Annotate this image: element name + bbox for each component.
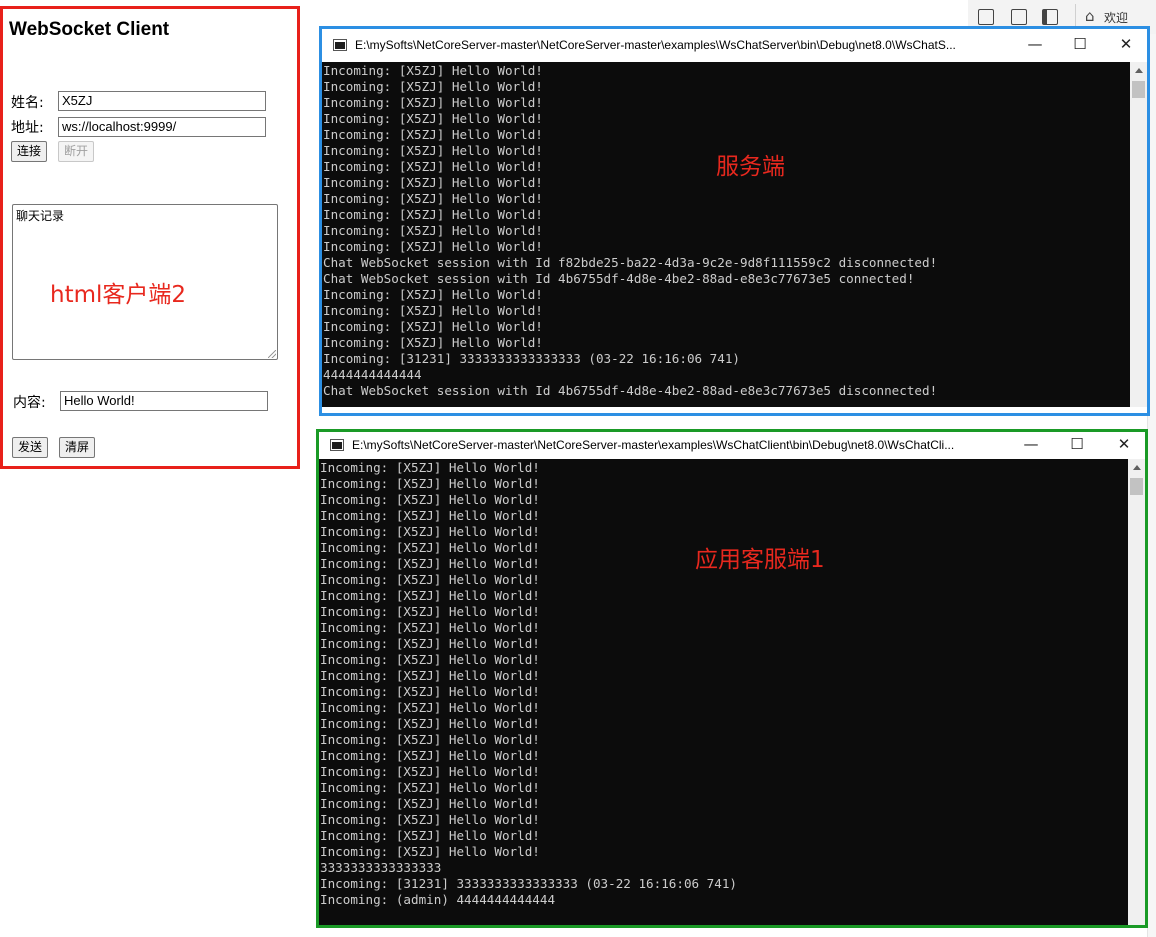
console-line: Incoming: [X5ZJ] Hello World!: [323, 223, 543, 238]
client-window-title: E:\mySofts\NetCoreServer-master\NetCoreS…: [352, 438, 955, 452]
scroll-thumb[interactable]: [1132, 81, 1145, 98]
console-line: 4444444444444: [323, 367, 422, 382]
console-line: Incoming: [X5ZJ] Hello World!: [320, 780, 540, 795]
content-label: 内容:: [13, 395, 46, 411]
minimize-icon[interactable]: —: [1016, 432, 1046, 456]
close-icon[interactable]: ✕: [1109, 432, 1139, 456]
console-line: Incoming: [X5ZJ] Hello World!: [320, 796, 540, 811]
console-line: Incoming: [31231] 3333333333333333 (03-2…: [320, 876, 738, 891]
sidebar-icon[interactable]: [1042, 9, 1058, 25]
console-line: Incoming: [X5ZJ] Hello World!: [320, 508, 540, 523]
console-line: Incoming: [X5ZJ] Hello World!: [320, 732, 540, 747]
cast-icon[interactable]: [978, 9, 994, 25]
console-line: Incoming: [X5ZJ] Hello World!: [320, 588, 540, 603]
console-line: Chat WebSocket session with Id f82bde25-…: [323, 255, 938, 270]
chat-log-text: 聊天记录: [16, 209, 65, 223]
console-line: Incoming: [X5ZJ] Hello World!: [320, 460, 540, 475]
console-line: Incoming: [X5ZJ] Hello World!: [323, 239, 543, 254]
server-console-window: E:\mySofts\NetCoreServer-master\NetCoreS…: [319, 26, 1150, 416]
console-app-icon: [330, 439, 344, 451]
console-line: Incoming: (admin) 4444444444444: [320, 892, 556, 907]
console-line: Incoming: [X5ZJ] Hello World!: [320, 604, 540, 619]
connect-button[interactable]: 连接: [11, 141, 48, 162]
console-line: Chat WebSocket session with Id 4b6755df-…: [323, 271, 915, 286]
clear-button[interactable]: 清屏: [59, 437, 96, 458]
console-line: Incoming: [X5ZJ] Hello World!: [320, 844, 540, 859]
console-line: Chat WebSocket session with Id 4b6755df-…: [323, 383, 938, 398]
address-label: 地址:: [11, 120, 44, 136]
client-title: WebSocket Client: [9, 19, 170, 40]
minimize-icon[interactable]: —: [1020, 32, 1050, 56]
console-line: Incoming: [X5ZJ] Hello World!: [323, 303, 543, 318]
console-line: Incoming: [X5ZJ] Hello World!: [320, 828, 540, 843]
content-input[interactable]: Hello World!: [60, 391, 268, 411]
server-window-title: E:\mySofts\NetCoreServer-master\NetCoreS…: [355, 38, 956, 52]
console-line: Incoming: [X5ZJ] Hello World!: [323, 63, 543, 78]
console-line: Incoming: [X5ZJ] Hello World!: [320, 748, 540, 763]
console-line: Incoming: [X5ZJ] Hello World!: [323, 95, 543, 110]
console-line: Incoming: [X5ZJ] Hello World!: [323, 207, 543, 222]
console-line: Incoming: [X5ZJ] Hello World!: [323, 127, 543, 142]
client2-annotation: html客户端2: [50, 282, 187, 308]
console-line: Incoming: [X5ZJ] Hello World!: [320, 572, 540, 587]
console-line: Incoming: [X5ZJ] Hello World!: [320, 764, 540, 779]
console-line: Incoming: [X5ZJ] Hello World!: [323, 191, 543, 206]
server-titlebar[interactable]: E:\mySofts\NetCoreServer-master\NetCoreS…: [322, 29, 1147, 62]
console-line: Incoming: [X5ZJ] Hello World!: [320, 812, 540, 827]
address-input[interactable]: ws://localhost:9999/: [58, 117, 266, 137]
console-line: Incoming: [X5ZJ] Hello World!: [320, 620, 540, 635]
disconnect-button[interactable]: 断开: [58, 141, 95, 162]
console-line: Incoming: [31231] 3333333333333333 (03-2…: [323, 351, 741, 366]
resize-grip-icon[interactable]: [268, 350, 276, 358]
client1-annotation: 应用客服端1: [695, 547, 825, 573]
console-line: Incoming: [X5ZJ] Hello World!: [323, 111, 543, 126]
console-line: Incoming: [X5ZJ] Hello World!: [323, 287, 543, 302]
console-line: Incoming: [X5ZJ] Hello World!: [320, 524, 540, 539]
scroll-thumb[interactable]: [1130, 478, 1143, 495]
console-line: Incoming: [X5ZJ] Hello World!: [320, 684, 540, 699]
console-line: Incoming: [X5ZJ] Hello World!: [320, 668, 540, 683]
client-scrollbar[interactable]: [1128, 459, 1145, 925]
server-annotation: 服务端: [716, 154, 785, 180]
console-line: Incoming: [X5ZJ] Hello World!: [323, 335, 543, 350]
console-line: Incoming: [X5ZJ] Hello World!: [320, 700, 540, 715]
maximize-icon[interactable]: ☐: [1065, 32, 1095, 56]
console-app-icon: [333, 39, 347, 51]
send-button[interactable]: 发送: [12, 437, 49, 458]
name-label: 姓名:: [11, 95, 44, 111]
client-console-output[interactable]: Incoming: [X5ZJ] Hello World! Incoming: […: [319, 459, 1145, 925]
close-icon[interactable]: ✕: [1111, 32, 1141, 56]
scroll-up-icon[interactable]: [1135, 68, 1143, 73]
client-console-window: E:\mySofts\NetCoreServer-master\NetCoreS…: [316, 429, 1148, 928]
server-console-output[interactable]: Incoming: [X5ZJ] Hello World! Incoming: […: [322, 62, 1147, 407]
console-line: Incoming: [X5ZJ] Hello World!: [320, 636, 540, 651]
console-line: Incoming: [X5ZJ] Hello World!: [323, 319, 543, 334]
console-line: 3333333333333333: [320, 860, 442, 875]
console-line: Incoming: [X5ZJ] Hello World!: [320, 716, 540, 731]
copy-icon[interactable]: [1011, 9, 1027, 25]
maximize-icon[interactable]: ☐: [1062, 432, 1092, 456]
welcome-tab[interactable]: 欢迎: [1104, 9, 1128, 26]
console-line: Incoming: [X5ZJ] Hello World!: [323, 79, 543, 94]
console-line: Incoming: [X5ZJ] Hello World!: [320, 492, 540, 507]
scroll-up-icon[interactable]: [1133, 465, 1141, 470]
server-scrollbar[interactable]: [1130, 62, 1147, 407]
console-line: Incoming: [X5ZJ] Hello World!: [320, 476, 540, 491]
client-titlebar[interactable]: E:\mySofts\NetCoreServer-master\NetCoreS…: [319, 432, 1145, 459]
html-client-panel: WebSocket Client 姓名: X5ZJ 地址: ws://local…: [0, 6, 300, 469]
client-console-lines: Incoming: [X5ZJ] Hello World! Incoming: […: [320, 460, 1127, 908]
name-input[interactable]: X5ZJ: [58, 91, 266, 111]
console-line: Incoming: [X5ZJ] Hello World!: [320, 652, 540, 667]
server-console-lines: Incoming: [X5ZJ] Hello World! Incoming: […: [323, 63, 1129, 399]
home-icon[interactable]: ⌂: [1085, 7, 1095, 25]
